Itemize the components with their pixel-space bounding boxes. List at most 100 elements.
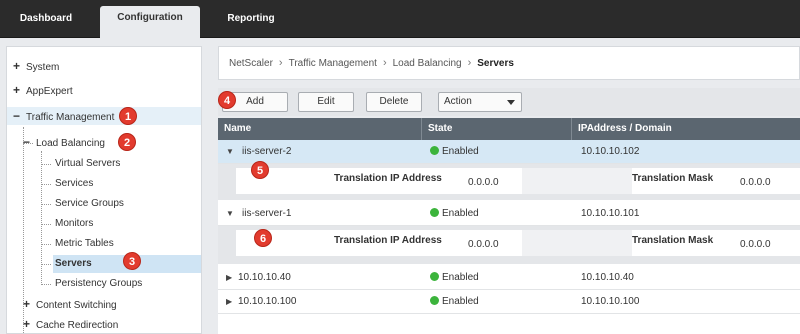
sidebar-item-virtual-servers[interactable]: Virtual Servers — [55, 155, 120, 173]
main-content: NetScaler › Traffic Management › Load Balanc… — [218, 46, 800, 334]
sidebar-item-system[interactable]: + System — [13, 57, 193, 75]
sidebar-item-service-groups[interactable]: Service Groups — [55, 195, 124, 213]
sidebar-item-cache-redirection[interactable]: + Cache Redirection — [23, 315, 193, 333]
collapse-icon[interactable]: − — [23, 133, 33, 151]
row-detail-panel: Translation IP Address 0.0.0.0 Translati… — [218, 226, 800, 264]
top-nav-bar: Dashboard Configuration Reporting — [0, 0, 800, 39]
row-detail-content: Translation IP Address 0.0.0.0 Translati… — [236, 230, 800, 256]
tree-connector — [41, 284, 51, 285]
cell-name: iis-server-1 — [242, 208, 292, 219]
cell-state: Enabled — [430, 266, 479, 290]
step-marker-6: 6 — [254, 229, 272, 247]
chevron-right-icon: › — [278, 57, 283, 69]
collapse-icon[interactable]: − — [13, 107, 23, 125]
tree-connector — [41, 264, 51, 265]
cell-ip: 10.10.10.100 — [581, 296, 640, 307]
breadcrumb-item[interactable]: NetScaler — [229, 58, 273, 69]
translation-mask-label: Translation Mask — [632, 235, 714, 246]
expand-icon[interactable]: + — [23, 295, 33, 313]
breadcrumb: NetScaler › Traffic Management › Load Balanc… — [218, 46, 800, 80]
status-enabled-icon — [430, 296, 439, 305]
sidebar-item-persistency-groups[interactable]: Persistency Groups — [55, 275, 142, 293]
chevron-right-icon: › — [382, 57, 387, 69]
sidebar-item-label: Load Balancing — [36, 138, 105, 149]
cell-name: 10.10.10.100 — [238, 296, 297, 307]
column-header-state[interactable]: State — [422, 118, 572, 140]
status-enabled-icon — [430, 208, 439, 217]
cell-ip: 10.10.10.40 — [581, 272, 634, 283]
chevron-right-icon: › — [467, 57, 472, 69]
step-marker-5: 5 — [251, 161, 269, 179]
translation-mask-value: 0.0.0.0 — [740, 239, 771, 250]
servers-table: Name State IPAddress / Domain ▼ iis-serv… — [218, 118, 800, 334]
expand-icon[interactable]: + — [23, 315, 33, 333]
sidebar-item-metric-tables[interactable]: Metric Tables — [55, 235, 114, 253]
translation-mask-label: Translation Mask — [632, 173, 714, 184]
tree-connector — [41, 184, 51, 185]
translation-ip-label: Translation IP Address — [334, 235, 442, 246]
tab-dashboard[interactable]: Dashboard — [10, 8, 82, 38]
cell-ip: 10.10.10.102 — [581, 146, 640, 157]
sidebar-nav: + System + AppExpert − Traffic Management −… — [6, 46, 202, 334]
sidebar-item-label: Content Switching — [36, 300, 117, 311]
sidebar-item-load-balancing[interactable]: − Load Balancing — [23, 133, 193, 151]
caret-right-icon[interactable]: ▶ — [226, 266, 232, 290]
step-marker-1: 1 — [119, 107, 137, 125]
caret-down-icon[interactable]: ▼ — [226, 140, 234, 164]
tree-connector — [41, 204, 51, 205]
table-row[interactable]: ▶ 10.10.10.40 Enabled 10.10.10.40 — [218, 266, 800, 290]
table-row[interactable]: ▼ iis-server-1 Enabled 10.10.10.101 — [218, 202, 800, 226]
translation-mask-value: 0.0.0.0 — [740, 177, 771, 188]
expand-icon[interactable]: + — [13, 57, 23, 75]
column-header-name[interactable]: Name — [218, 118, 422, 140]
breadcrumb-current: Servers — [477, 58, 514, 69]
translation-ip-value: 0.0.0.0 — [468, 239, 499, 250]
translation-ip-value: 0.0.0.0 — [468, 177, 499, 188]
chevron-down-icon — [507, 100, 515, 105]
expand-icon[interactable]: + — [13, 81, 23, 99]
column-header-ip[interactable]: IPAddress / Domain — [572, 118, 800, 140]
detail-spacer — [522, 168, 632, 194]
cell-name: iis-server-2 — [242, 146, 292, 157]
tree-connector — [41, 244, 51, 245]
delete-button[interactable]: Delete — [366, 92, 422, 112]
status-enabled-icon — [430, 272, 439, 281]
cell-name: 10.10.10.40 — [238, 272, 291, 283]
step-marker-4: 4 — [218, 91, 236, 109]
table-header: Name State IPAddress / Domain — [218, 118, 800, 140]
breadcrumb-item[interactable]: Traffic Management — [289, 58, 377, 69]
tab-configuration[interactable]: Configuration — [100, 6, 200, 39]
tree-connector — [41, 224, 51, 225]
tree-connector — [41, 164, 51, 165]
cell-state: Enabled — [430, 290, 479, 314]
sidebar-item-label: System — [26, 62, 60, 73]
sidebar-item-label: Cache Redirection — [36, 320, 119, 331]
breadcrumb-item[interactable]: Load Balancing — [393, 58, 462, 69]
caret-down-icon[interactable]: ▼ — [226, 202, 234, 226]
step-marker-3: 3 — [123, 252, 141, 270]
toolbar: Add Edit Delete Action — [218, 88, 800, 116]
cell-ip: 10.10.10.101 — [581, 208, 640, 219]
table-row[interactable]: ▼ iis-server-2 Enabled 10.10.10.102 — [218, 140, 800, 164]
sidebar-item-label: AppExpert — [26, 86, 73, 97]
cell-state: Enabled — [430, 140, 479, 164]
detail-spacer — [522, 230, 632, 256]
step-marker-2: 2 — [118, 133, 136, 151]
sidebar-item-services[interactable]: Services — [55, 175, 93, 193]
status-enabled-icon — [430, 146, 439, 155]
table-row[interactable]: ▶ 10.10.10.100 Enabled 10.10.10.100 — [218, 290, 800, 314]
translation-ip-label: Translation IP Address — [334, 173, 442, 184]
action-dropdown[interactable]: Action — [438, 92, 522, 112]
edit-button[interactable]: Edit — [298, 92, 354, 112]
tab-reporting[interactable]: Reporting — [212, 8, 290, 38]
row-detail-panel: Translation IP Address 0.0.0.0 Translati… — [218, 164, 800, 200]
sidebar-item-content-switching[interactable]: + Content Switching — [23, 295, 193, 313]
action-dropdown-value: Action — [444, 96, 472, 107]
row-detail-content: Translation IP Address 0.0.0.0 Translati… — [236, 168, 800, 194]
sidebar-item-monitors[interactable]: Monitors — [55, 215, 93, 233]
caret-right-icon[interactable]: ▶ — [226, 290, 232, 314]
cell-state: Enabled — [430, 202, 479, 226]
sidebar-item-traffic-management[interactable]: − Traffic Management — [7, 107, 201, 125]
sidebar-item-label: Traffic Management — [26, 112, 115, 123]
sidebar-item-appexpert[interactable]: + AppExpert — [13, 81, 193, 99]
